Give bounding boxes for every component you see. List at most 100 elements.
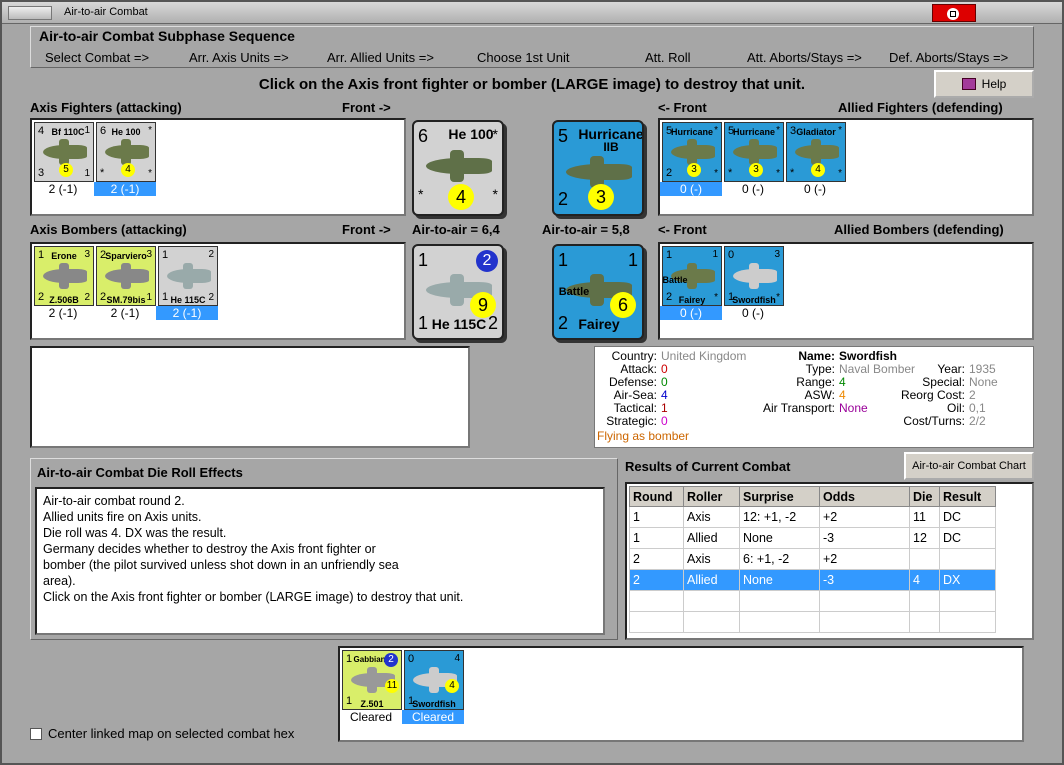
unit-counter-gladiator[interactable]: 3 Gladiator * * 4 * xyxy=(786,122,846,182)
counter-tr: 3 xyxy=(84,249,90,260)
results-table: Round Roller Surprise Odds Die Result 1A… xyxy=(629,486,996,633)
cell: -3 xyxy=(819,569,910,591)
name-value: Swordfish xyxy=(839,349,898,363)
counter-br: * xyxy=(776,292,780,303)
big-sub: Fairey xyxy=(578,316,620,332)
flying-as-text: Flying as bomber xyxy=(597,429,690,443)
unit-counter-gabbiano[interactable]: 1 Gabbiano 2 11 1 Z.501 xyxy=(342,650,402,710)
name-label: Name: xyxy=(798,349,835,363)
table-row[interactable]: 1 Axis 12: +1, -2 +2 11 DC xyxy=(629,506,996,528)
front-axis-fighter[interactable]: 6 He 100 * * 4 * xyxy=(412,120,504,216)
big-sub: IIB xyxy=(603,140,619,154)
unit-counter-swordfish[interactable]: 0 3 1 Swordfish * xyxy=(724,246,784,306)
reorg-label: Reorg Cost: xyxy=(900,388,965,402)
window-title: Air-to-air Combat xyxy=(64,6,148,18)
center-map-checkbox[interactable] xyxy=(30,727,42,740)
cell: 6: +1, -2 xyxy=(739,548,820,570)
year-value: 1935 xyxy=(969,362,996,376)
air-combat-chart-button[interactable]: Air-to-air Combat Chart xyxy=(904,452,1034,480)
unit-value: 2 (-1) xyxy=(48,182,78,196)
cell: -3 xyxy=(819,527,910,549)
col-roller[interactable]: Roller xyxy=(683,486,740,507)
counter-tr: * xyxy=(714,125,718,136)
counter-bl: * xyxy=(790,167,795,179)
cell: 12: +1, -2 xyxy=(739,506,820,528)
counter-name: Battle xyxy=(662,275,688,285)
allied-fighters-panel: 5 Hurricane * 2 3 * 0 (-) 5 Hurricane * … xyxy=(658,118,1034,216)
unit-counter-sm79bis[interactable]: 2 Sparviero 3 2 SM.79bis 1 xyxy=(96,246,156,306)
table-row-selected[interactable]: 2 Allied None -3 4 DX xyxy=(629,569,996,591)
plane-icon xyxy=(795,139,839,165)
cell: 4 xyxy=(909,569,940,591)
counter-dot: 3 xyxy=(687,163,701,177)
window-menu-button[interactable] xyxy=(8,6,52,20)
cell: 2 xyxy=(629,548,684,570)
air-to-air-axis: Air-to-air = 6,4 xyxy=(412,222,500,237)
unit-value: 0 (-) xyxy=(742,182,764,196)
effects-line: area). xyxy=(43,574,76,588)
cell: DC xyxy=(939,506,996,528)
col-die[interactable]: Die xyxy=(909,486,940,507)
unit-value: Cleared xyxy=(349,710,393,724)
effects-line: Click on the Axis front fighter or bombe… xyxy=(43,590,464,604)
step-def-aborts: Def. Aborts/Stays => xyxy=(889,50,1009,65)
table-row[interactable]: 1 Allied None -3 12 DC xyxy=(629,527,996,549)
unit-counter-hurricane-iia[interactable]: 5 Hurricane * * 3 * xyxy=(724,122,784,182)
counter-name: Hurricane xyxy=(670,127,714,137)
cell: +2 xyxy=(819,506,910,528)
unit-info-panel: Country: United Kingdom Attack: 0 Defens… xyxy=(594,346,1034,448)
unit-counter-bf110c[interactable]: 4 Bf 110C 1 3 5 1 xyxy=(34,122,94,182)
col-odds[interactable]: Odds xyxy=(819,486,910,507)
big-bdot: 2 xyxy=(476,250,498,272)
counter-dot: 11 xyxy=(385,679,399,693)
front-right-label-1: Front -> xyxy=(342,100,391,115)
col-round[interactable]: Round xyxy=(629,486,684,507)
unit-counter-swordfish-cleared[interactable]: 0 4 4 1 Swordfish xyxy=(404,650,464,710)
cell: Allied xyxy=(683,569,740,591)
big-tl: 1 xyxy=(418,250,429,270)
center-map-checkbox-row[interactable]: Center linked map on selected combat hex xyxy=(30,726,294,741)
big-tl: 5 xyxy=(558,126,569,146)
col-surprise[interactable]: Surprise xyxy=(739,486,820,507)
counter-name: Gladiator xyxy=(796,127,836,137)
big-dot: 3 xyxy=(588,184,614,210)
cell: None xyxy=(739,527,820,549)
attack-label: Attack: xyxy=(620,362,657,376)
col-result[interactable]: Result xyxy=(939,486,996,507)
front-axis-bomber[interactable]: 1 2 9 1 He 115C 2 xyxy=(412,244,504,340)
front-allied-bomber[interactable]: 1 1 Battle 6 2 Fairey xyxy=(552,244,644,340)
unit-counter-battle[interactable]: 1 1 Battle 2 Fairey * xyxy=(662,246,722,306)
plane-icon xyxy=(733,139,777,165)
big-tr: * xyxy=(492,126,498,142)
attack-value: 0 xyxy=(661,362,668,376)
big-name: Battle xyxy=(558,286,590,298)
front-allied-fighter[interactable]: 5 Hurricane IIB 2 3 xyxy=(552,120,644,216)
axis-fighters-panel: 4 Bf 110C 1 3 5 1 2 (-1) 6 He 100 * * 4 … xyxy=(30,118,406,216)
cell xyxy=(909,548,940,570)
unit-counter-he115c[interactable]: 1 2 1 He 115C 2 xyxy=(158,246,218,306)
counter-tl: 1 xyxy=(666,249,673,261)
instruction-text: Click on the Axis front fighter or bombe… xyxy=(258,76,806,93)
cost-label: Cost/Turns: xyxy=(903,414,965,428)
counter-tl: 1 xyxy=(162,249,169,261)
counter-dot: 4 xyxy=(121,163,135,177)
results-header: Results of Current Combat xyxy=(625,459,791,474)
unit-value: 2 (-1) xyxy=(48,306,78,320)
unit-counter-z506b[interactable]: 1 Erone 3 2 Z.506B 2 xyxy=(34,246,94,306)
counter-br: * xyxy=(714,292,718,303)
special-value: None xyxy=(969,375,998,389)
counter-tr: 4 xyxy=(454,653,460,664)
unit-counter-he100[interactable]: 6 He 100 * * 4 * xyxy=(96,122,156,182)
cell: DX xyxy=(939,569,996,591)
counter-bl: 3 xyxy=(38,167,45,179)
unit-counter-hurricane-iib[interactable]: 5 Hurricane * 2 3 * xyxy=(662,122,722,182)
counter-br: 2 xyxy=(208,292,214,303)
help-button[interactable]: Help xyxy=(934,70,1034,98)
plane-icon xyxy=(167,263,211,289)
effects-header: Air-to-air Combat Die Roll Effects xyxy=(37,465,243,480)
results-table-panel: Round Roller Surprise Odds Die Result 1A… xyxy=(625,482,1034,640)
center-map-label: Center linked map on selected combat hex xyxy=(48,726,295,741)
table-row[interactable]: 2 Axis 6: +1, -2 +2 xyxy=(629,548,996,570)
counter-bl: 2 xyxy=(666,167,673,179)
cell: Allied xyxy=(683,527,740,549)
